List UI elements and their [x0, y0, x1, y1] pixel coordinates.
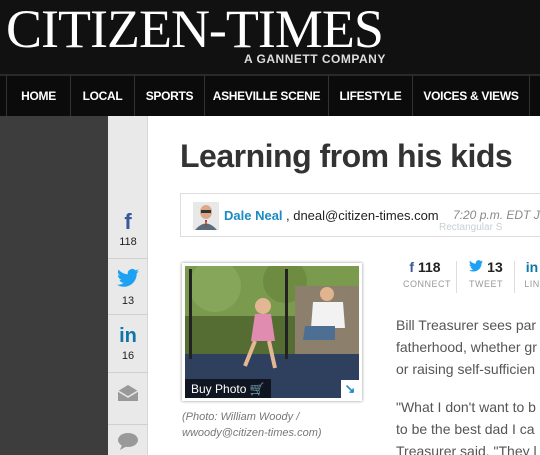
paragraph-line: or raising self-sufficien — [396, 361, 536, 377]
share-facebook[interactable]: f 118 — [108, 209, 148, 249]
paragraph-line: fatherhood, whether gr — [396, 339, 537, 355]
paragraph-line: "What I don't want to b — [396, 399, 536, 415]
share-email[interactable] — [108, 384, 148, 407]
left-gutter — [0, 116, 108, 455]
publish-time: 7:20 p.m. EDT J — [453, 208, 540, 222]
photo-caption: (Photo: William Woody / wwoody@citizen-t… — [182, 411, 322, 439]
site-logo[interactable]: CITIZEN-TIMES — [6, 2, 384, 56]
nav-item-local[interactable]: LOCAL — [70, 76, 134, 116]
share-divider — [108, 424, 148, 425]
linkedin-icon: in — [119, 325, 137, 347]
linkedin-label: LIN — [524, 279, 540, 289]
connect-count: 118 — [417, 259, 441, 275]
email-icon — [117, 385, 139, 406]
share-twitter[interactable]: 13 — [108, 268, 148, 307]
author-name-link[interactable]: Dale Neal — [224, 208, 283, 223]
masthead: CITIZEN-TIMES A GANNETT COMPANY — [0, 0, 540, 74]
linkedin-count: 16 — [121, 350, 135, 362]
inline-share-tweet[interactable]: 13 TWEET — [466, 259, 506, 299]
tweet-count: 13 — [487, 259, 503, 275]
nav-item-asheville-scene[interactable]: ASHEVILLE SCENE — [204, 76, 328, 116]
paragraph-line: to be the best dad I ca — [396, 421, 535, 437]
inline-share-linkedin[interactable]: in LIN — [522, 259, 540, 299]
article-photo[interactable]: Buy Photo 🛒 ↘ — [182, 263, 362, 401]
share-sidebar: f 118 13 in 16 — [108, 116, 148, 455]
article-headline: Learning from his kids — [180, 138, 513, 174]
expand-icon[interactable]: ↘ — [341, 380, 359, 398]
nav-item-home[interactable]: HOME — [6, 76, 70, 116]
author-email[interactable]: , dneal@citizen-times.com — [286, 208, 439, 223]
ad-tooltip: Rectangular S — [439, 222, 503, 233]
connect-label: CONNECT — [403, 279, 451, 289]
author-avatar[interactable] — [193, 202, 219, 230]
inline-share-divider — [456, 261, 457, 293]
facebook-icon: f — [409, 259, 415, 275]
facebook-icon: f — [124, 209, 132, 234]
share-divider — [108, 372, 148, 373]
paragraph-line: Bill Treasurer sees par — [396, 317, 537, 333]
nav-item-lifestyle[interactable]: LIFESTYLE — [328, 76, 412, 116]
site-tagline: A GANNETT COMPANY — [244, 52, 386, 66]
twitter-icon — [469, 259, 484, 275]
twitter-count: 13 — [121, 295, 135, 307]
share-divider — [108, 314, 148, 315]
tweet-label: TWEET — [469, 279, 503, 289]
comment-icon — [117, 433, 139, 454]
buy-photo-button[interactable]: Buy Photo 🛒 — [185, 379, 271, 398]
inline-share-divider — [514, 261, 515, 293]
linkedin-icon: in — [525, 259, 539, 275]
article-content: Learning from his kids Dale Neal , dneal… — [148, 116, 540, 455]
twitter-icon — [108, 268, 148, 293]
share-comments[interactable] — [108, 432, 148, 455]
buy-photo-label: Buy Photo — [191, 382, 247, 396]
main-nav: HOME LOCAL SPORTS ASHEVILLE SCENE LIFEST… — [0, 74, 540, 116]
cart-icon: 🛒 — [249, 382, 265, 396]
inline-share-connect[interactable]: f 118 CONNECT — [403, 259, 451, 299]
paragraph-line: Treasurer said. "They l — [396, 443, 537, 455]
byline-bar: Dale Neal , dneal@citizen-times.com 7:20… — [180, 193, 540, 237]
share-linkedin[interactable]: in 16 — [108, 324, 148, 362]
nav-item-voices-views[interactable]: VOICES & VIEWS — [412, 76, 530, 116]
facebook-count: 118 — [119, 236, 137, 248]
share-divider — [108, 258, 148, 259]
nav-item-sports[interactable]: SPORTS — [134, 76, 204, 116]
